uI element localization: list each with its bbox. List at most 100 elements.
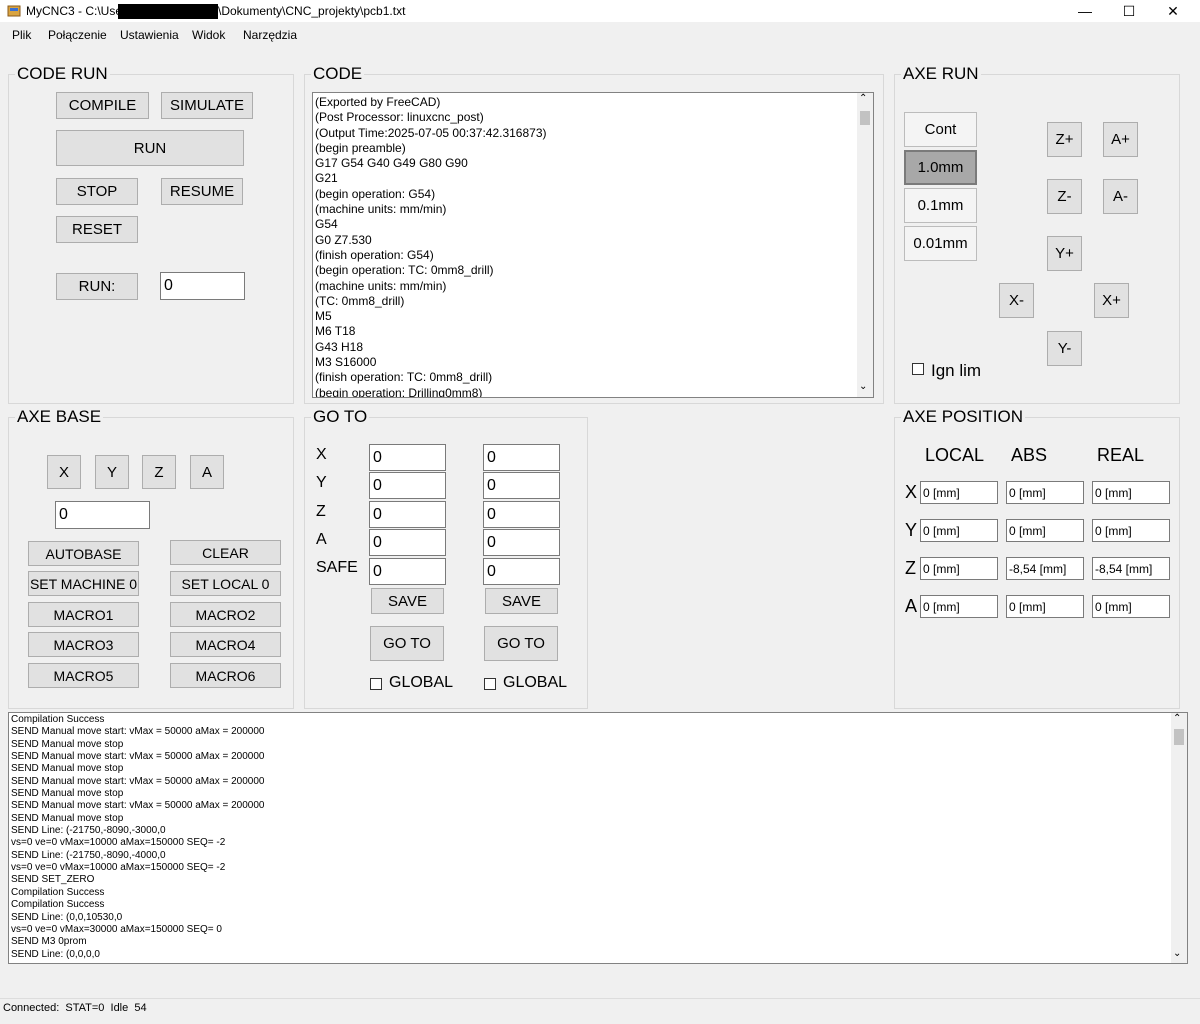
simulate-button[interactable]: SIMULATE xyxy=(161,92,253,119)
code-line: (finish operation: G54) xyxy=(315,247,434,262)
global-label-1: GLOBAL xyxy=(389,674,454,691)
pos-a-real[interactable]: 0 [mm] xyxy=(1092,595,1170,618)
header-abs: ABS xyxy=(1011,445,1048,465)
macro1-button[interactable]: MACRO1 xyxy=(28,602,139,627)
resume-button[interactable]: RESUME xyxy=(161,178,243,205)
base-a-button[interactable]: A xyxy=(190,455,224,489)
goto-label-y: Y xyxy=(316,474,327,491)
minimize-button[interactable]: — xyxy=(1062,0,1108,22)
z-plus-button[interactable]: Z+ xyxy=(1047,122,1082,157)
code-line: (Exported by FreeCAD) xyxy=(315,95,441,109)
y-minus-button[interactable]: Y- xyxy=(1047,331,1082,366)
stop-button[interactable]: STOP xyxy=(56,178,138,205)
clear-button[interactable]: CLEAR xyxy=(170,540,281,565)
step-01mm-button[interactable]: 0.1mm xyxy=(904,188,977,223)
log-console[interactable]: Compilation Success SEND Manual move star… xyxy=(8,712,1188,964)
status-bar xyxy=(0,998,1200,1024)
menu-polaczenie[interactable]: Połączenie xyxy=(48,28,107,42)
pos-y-local[interactable]: 0 [mm] xyxy=(920,519,998,542)
goto-x-input-1[interactable]: 0 xyxy=(369,444,446,471)
macro4-button[interactable]: MACRO4 xyxy=(170,632,281,657)
step-cont-button[interactable]: Cont xyxy=(904,112,977,147)
pos-x-abs[interactable]: 0 [mm] xyxy=(1006,481,1084,504)
save-button-1[interactable]: SAVE xyxy=(371,588,444,614)
log-scroll-thumb[interactable] xyxy=(1174,729,1184,745)
pos-y-real[interactable]: 0 [mm] xyxy=(1092,519,1170,542)
menu-widok[interactable]: Widok xyxy=(192,28,225,42)
step-1mm-button[interactable]: 1.0mm xyxy=(904,150,977,185)
ign-lim-checkbox[interactable] xyxy=(912,363,924,375)
goto-z-input-2[interactable]: 0 xyxy=(483,501,560,528)
maximize-button[interactable]: ☐ xyxy=(1106,0,1152,22)
save-button-2[interactable]: SAVE xyxy=(485,588,558,614)
log-line: SEND Manual move start: vMax = 50000 aMa… xyxy=(11,800,265,812)
goto-button-2[interactable]: GO TO xyxy=(484,626,558,661)
run-line-input[interactable]: 0 xyxy=(160,272,245,300)
menu-ustawienia[interactable]: Ustawienia xyxy=(120,28,179,42)
run-line-button[interactable]: RUN: xyxy=(56,273,138,300)
code-scrollbar[interactable]: ⌃ ⌄ xyxy=(857,93,873,397)
pos-z-abs[interactable]: -8,54 [mm] xyxy=(1006,557,1084,580)
goto-a-input-2[interactable]: 0 xyxy=(483,529,560,556)
goto-button-1[interactable]: GO TO xyxy=(370,626,444,661)
goto-y-input-2[interactable]: 0 xyxy=(483,472,560,499)
goto-a-input-1[interactable]: 0 xyxy=(369,529,446,556)
log-scroll-down-icon[interactable]: ⌄ xyxy=(1173,948,1181,959)
status-text: Connected: STAT=0 Idle 54 xyxy=(3,1002,147,1014)
log-scroll-up-icon[interactable]: ⌃ xyxy=(1173,713,1181,724)
a-minus-button[interactable]: A- xyxy=(1103,179,1138,214)
base-x-button[interactable]: X xyxy=(47,455,81,489)
macro6-button[interactable]: MACRO6 xyxy=(170,663,281,688)
macro2-button[interactable]: MACRO2 xyxy=(170,602,281,627)
log-line: SEND Line: (-21750,-8090,-4000,0 xyxy=(11,849,166,861)
base-y-button[interactable]: Y xyxy=(95,455,129,489)
code-line: (machine units: mm/min) xyxy=(315,202,447,217)
close-button[interactable]: ✕ xyxy=(1150,0,1196,22)
pos-x-real[interactable]: 0 [mm] xyxy=(1092,481,1170,504)
log-line: Compilation Success xyxy=(11,714,105,725)
goto-z-input-1[interactable]: 0 xyxy=(369,501,446,528)
menu-bar xyxy=(0,24,1200,46)
code-line: M6 T18 xyxy=(315,324,356,339)
run-button[interactable]: RUN xyxy=(56,130,244,166)
ign-lim-label: Ign lim xyxy=(931,361,982,380)
scroll-down-icon[interactable]: ⌄ xyxy=(859,381,867,392)
base-value-input[interactable]: 0 xyxy=(55,501,150,529)
macro5-button[interactable]: MACRO5 xyxy=(28,663,139,688)
code-editor[interactable]: (Exported by FreeCAD) (Post Processor: li… xyxy=(312,92,874,398)
log-scrollbar[interactable]: ⌃ ⌄ xyxy=(1171,713,1187,963)
set-local-zero-button[interactable]: SET LOCAL 0 xyxy=(170,571,281,596)
pos-z-real[interactable]: -8,54 [mm] xyxy=(1092,557,1170,580)
z-minus-button[interactable]: Z- xyxy=(1047,179,1082,214)
menu-narzedzia[interactable]: Narzędzia xyxy=(243,28,297,42)
set-machine-zero-button[interactable]: SET MACHINE 0 xyxy=(28,571,139,596)
x-plus-button[interactable]: X+ xyxy=(1094,283,1129,318)
goto-safe-input-2[interactable]: 0 xyxy=(483,558,560,585)
pos-z-local[interactable]: 0 [mm] xyxy=(920,557,998,580)
pos-x-local[interactable]: 0 [mm] xyxy=(920,481,998,504)
menu-plik[interactable]: Plik xyxy=(12,28,31,42)
global-checkbox-1[interactable] xyxy=(370,678,382,690)
pos-axis-a: A xyxy=(905,596,918,616)
code-line: (begin operation: G54) xyxy=(315,186,436,201)
autobase-button[interactable]: AUTOBASE xyxy=(28,541,139,566)
macro3-button[interactable]: MACRO3 xyxy=(28,632,139,657)
pos-a-abs[interactable]: 0 [mm] xyxy=(1006,595,1084,618)
scroll-up-icon[interactable]: ⌃ xyxy=(859,93,867,104)
pos-a-local[interactable]: 0 [mm] xyxy=(920,595,998,618)
code-line: G54 xyxy=(315,217,338,232)
x-minus-button[interactable]: X- xyxy=(999,283,1034,318)
code-scroll-thumb[interactable] xyxy=(860,111,870,125)
step-001mm-button[interactable]: 0.01mm xyxy=(904,226,977,261)
y-plus-button[interactable]: Y+ xyxy=(1047,236,1082,271)
pos-y-abs[interactable]: 0 [mm] xyxy=(1006,519,1084,542)
goto-safe-input-1[interactable]: 0 xyxy=(369,558,446,585)
code-line: (Output Time:2025-07-05 00:37:42.316873) xyxy=(315,125,547,140)
base-z-button[interactable]: Z xyxy=(142,455,176,489)
compile-button[interactable]: COMPILE xyxy=(56,92,149,119)
goto-y-input-1[interactable]: 0 xyxy=(369,472,446,499)
reset-button[interactable]: RESET xyxy=(56,216,138,243)
global-checkbox-2[interactable] xyxy=(484,678,496,690)
goto-x-input-2[interactable]: 0 xyxy=(483,444,560,471)
a-plus-button[interactable]: A+ xyxy=(1103,122,1138,157)
